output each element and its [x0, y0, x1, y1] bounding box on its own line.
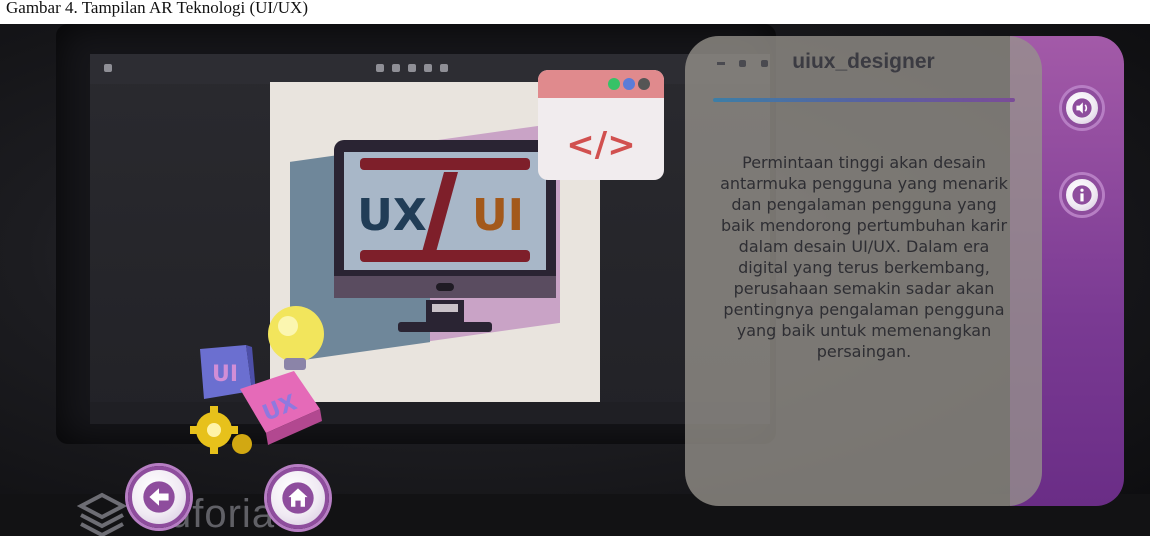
panel-description: Permintaan tinggi akan desain antarmuka …: [720, 153, 1008, 361]
panel-divider: [713, 98, 1015, 102]
figure-caption: Gambar 4. Tampilan AR Teknologi (UI/UX): [6, 0, 308, 17]
ui-cube-label: UI: [212, 362, 238, 387]
toolbar-icon: [392, 64, 400, 72]
info-button[interactable]: [1062, 175, 1102, 215]
info-icon: [1072, 185, 1092, 205]
screen-toolbar: [90, 54, 770, 84]
toolbar-icon: [376, 64, 384, 72]
toolbar-icon: [408, 64, 416, 72]
toolbar-icon: [104, 64, 112, 72]
ui-label: UI: [472, 190, 524, 241]
caption-strip: Gambar 4. Tampilan AR Teknologi (UI/UX): [0, 0, 1150, 24]
code-symbol: </>: [566, 125, 635, 165]
vuforia-logo-icon: [77, 492, 127, 536]
code-window-illustration: </>: [538, 70, 664, 180]
arrow-left-icon: [143, 481, 175, 513]
audio-button[interactable]: [1062, 88, 1102, 128]
toolbar-icon: [440, 64, 448, 72]
home-icon: [282, 482, 314, 514]
ux-label: UX: [357, 190, 427, 241]
computer-illustration: UX UI: [334, 140, 556, 332]
back-button[interactable]: [128, 466, 190, 528]
info-panel: uiux_designer Permintaan tinggi akan des…: [685, 36, 1042, 506]
app-root: Gambar 4. Tampilan AR Teknologi (UI/UX): [0, 0, 1150, 536]
speaker-icon: [1072, 98, 1092, 118]
ux-cube-icon: UX: [240, 371, 322, 445]
lightbulb-icon: [268, 306, 324, 370]
toolbar-icon: [424, 64, 432, 72]
home-button[interactable]: [267, 467, 329, 529]
panel-title: uiux_designer: [792, 50, 935, 73]
